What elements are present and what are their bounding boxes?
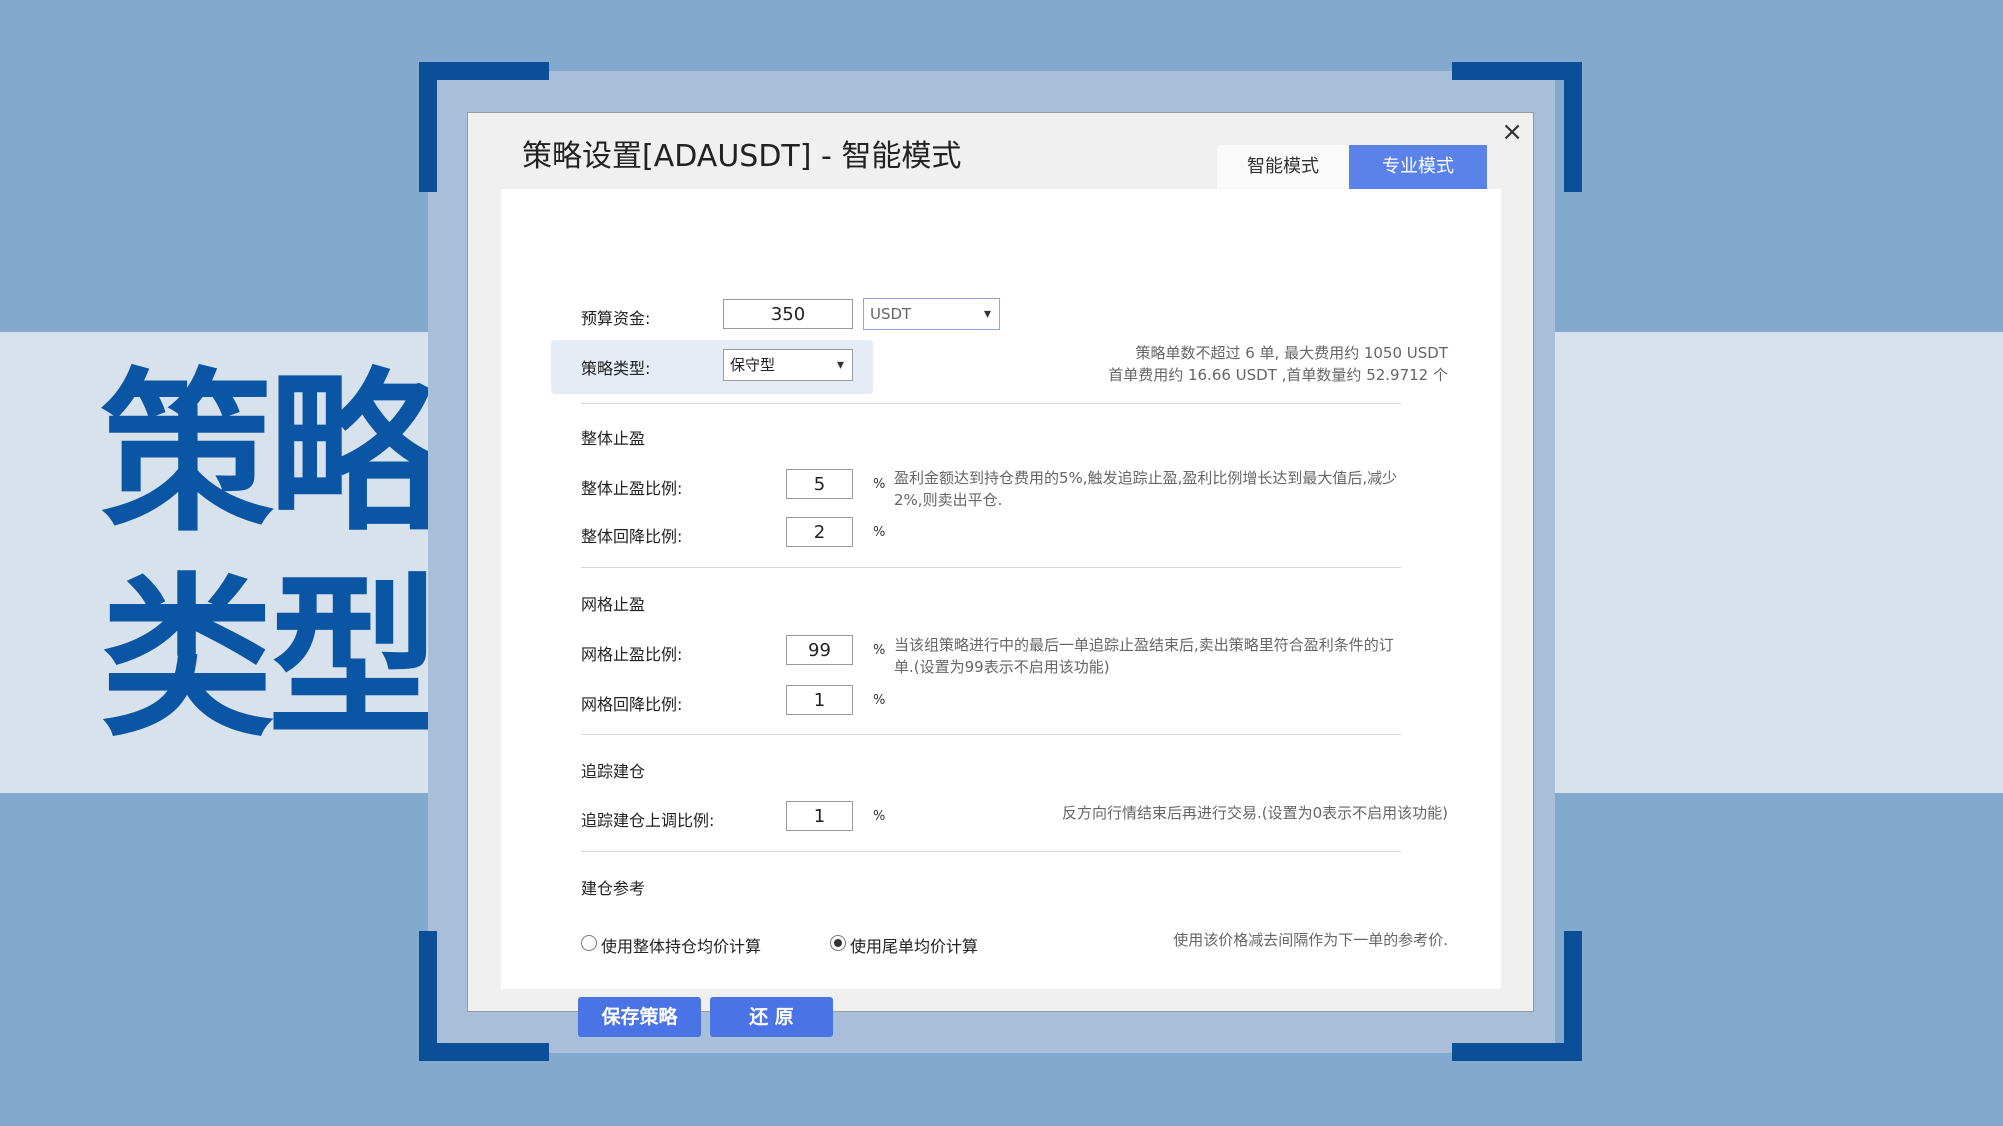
radio-last-order-avg-label[interactable]: 使用尾单均价计算 bbox=[850, 933, 978, 957]
overlay-title: 策略 类型 bbox=[100, 352, 460, 762]
reset-button[interactable]: 还 原 bbox=[710, 997, 833, 1037]
grid-tp-ratio-label: 网格止盈比例: bbox=[581, 645, 683, 664]
strategy-summary-line1: 策略单数不超过 6 单, 最大费用约 1050 USDT bbox=[1135, 344, 1448, 362]
dialog-title: 策略设置[ADAUSDT] - 智能模式 bbox=[522, 139, 962, 174]
currency-select[interactable]: USDT ▾ bbox=[863, 298, 1000, 330]
radio-overall-avg[interactable] bbox=[581, 935, 597, 951]
strategy-settings-dialog: × 策略设置[ADAUSDT] - 智能模式 智能模式 专业模式 预算资金: 3… bbox=[467, 112, 1534, 1037]
percent-unit: % bbox=[873, 693, 886, 708]
divider bbox=[581, 567, 1401, 568]
percent-unit: % bbox=[873, 525, 886, 540]
overall-pullback-label: 整体回降比例: bbox=[581, 527, 683, 546]
divider bbox=[581, 851, 1401, 852]
settings-panel: 预算资金: 350 USDT ▾ 策略类型: 保守型 ▾ 策略单数不超过 6 单… bbox=[501, 189, 1501, 1037]
tab-pro-mode[interactable]: 专业模式 bbox=[1349, 145, 1487, 189]
overall-pullback-input[interactable]: 2 bbox=[786, 517, 853, 547]
strategy-type-select[interactable]: 保守型 ▾ bbox=[723, 349, 853, 381]
section-overall-tp: 整体止盈 bbox=[581, 429, 646, 448]
trail-open-hint: 反方向行情结束后再进行交易.(设置为0表示不启用该功能) bbox=[1061, 804, 1448, 822]
grid-tp-hint: 当该组策略进行中的最后一单追踪止盈结束后,卖出策略里符合盈利条件的订 单.(设置… bbox=[894, 634, 1454, 678]
strategy-type-select-value: 保守型 bbox=[730, 356, 776, 374]
trail-open-ratio-input[interactable]: 1 bbox=[786, 801, 853, 831]
budget-input[interactable]: 350 bbox=[723, 299, 853, 329]
mode-tabs: 智能模式 专业模式 bbox=[1217, 145, 1487, 189]
grid-tp-hint-line1: 当该组策略进行中的最后一单追踪止盈结束后,卖出策略里符合盈利条件的订 bbox=[894, 636, 1394, 654]
strategy-summary-line2: 首单费用约 16.66 USDT ,首单数量约 52.9712 个 bbox=[1108, 366, 1448, 384]
radio-overall-avg-label[interactable]: 使用整体持仓均价计算 bbox=[601, 933, 761, 957]
grid-tp-hint-line2: 单.(设置为99表示不启用该功能) bbox=[894, 658, 1110, 676]
strategy-type-label: 策略类型: bbox=[581, 359, 651, 378]
radio-last-order-avg[interactable] bbox=[830, 935, 846, 951]
overall-tp-hint: 盈利金额达到持仓费用的5%,触发追踪止盈,盈利比例增长达到最大值后,减少 2%,… bbox=[894, 467, 1454, 511]
grid-tp-ratio-input[interactable]: 99 bbox=[786, 635, 853, 665]
divider bbox=[581, 734, 1401, 735]
section-grid-tp: 网格止盈 bbox=[581, 595, 646, 614]
budget-label: 预算资金: bbox=[581, 309, 651, 328]
chevron-down-icon: ▾ bbox=[983, 306, 991, 322]
grid-pullback-input[interactable]: 1 bbox=[786, 685, 853, 715]
percent-unit: % bbox=[873, 809, 886, 824]
percent-unit: % bbox=[873, 643, 886, 658]
chevron-down-icon: ▾ bbox=[836, 357, 844, 373]
grid-pullback-label: 网格回降比例: bbox=[581, 695, 683, 714]
strategy-summary: 策略单数不超过 6 单, 最大费用约 1050 USDT 首单费用约 16.66… bbox=[928, 342, 1448, 386]
section-open-ref: 建仓参考 bbox=[581, 879, 646, 898]
trail-open-ratio-label: 追踪建仓上调比例: bbox=[581, 811, 715, 830]
divider bbox=[581, 403, 1401, 404]
open-ref-hint: 使用该价格减去间隔作为下一单的参考价. bbox=[1173, 931, 1448, 949]
overall-tp-hint-line1: 盈利金额达到持仓费用的5%,触发追踪止盈,盈利比例增长达到最大值后,减少 bbox=[894, 469, 1398, 487]
overlay-title-line1: 策略 bbox=[100, 353, 442, 556]
tab-smart-mode[interactable]: 智能模式 bbox=[1217, 145, 1349, 189]
overall-tp-hint-line2: 2%,则卖出平仓. bbox=[894, 491, 1003, 509]
overlay-title-line2: 类型 bbox=[100, 558, 442, 761]
overall-tp-ratio-label: 整体止盈比例: bbox=[581, 479, 683, 498]
overall-tp-ratio-input[interactable]: 5 bbox=[786, 469, 853, 499]
save-strategy-button[interactable]: 保存策略 bbox=[578, 997, 701, 1037]
currency-select-value: USDT bbox=[870, 305, 912, 323]
percent-unit: % bbox=[873, 477, 886, 492]
section-trail-open: 追踪建仓 bbox=[581, 762, 646, 781]
close-icon[interactable]: × bbox=[1501, 117, 1523, 147]
